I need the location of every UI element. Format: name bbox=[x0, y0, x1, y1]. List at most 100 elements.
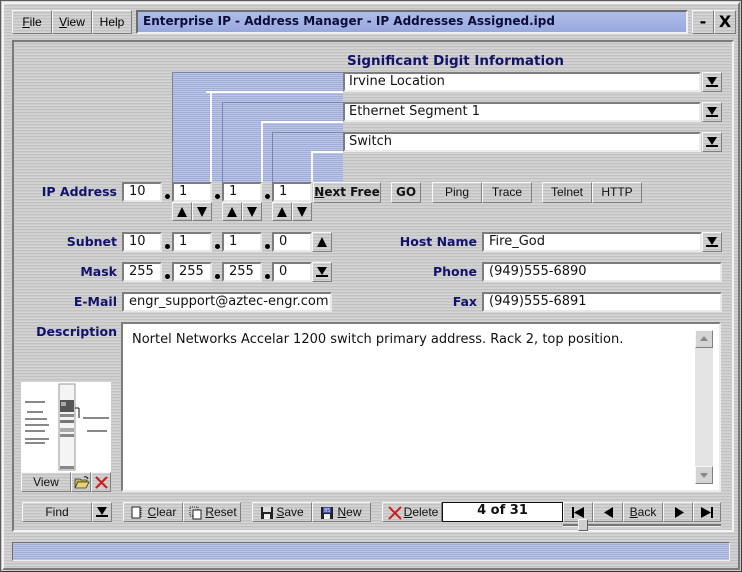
email-field[interactable]: engr_support@aztec-engr.com bbox=[122, 292, 332, 312]
clear-label: lear bbox=[156, 505, 177, 519]
reset-icon bbox=[189, 506, 202, 520]
segment-dropdown-button[interactable] bbox=[702, 102, 722, 122]
description-scrollbar[interactable] bbox=[695, 330, 713, 484]
subnet-octet-2[interactable]: 1 bbox=[172, 232, 212, 252]
save-label: ave bbox=[284, 505, 304, 519]
host-name-dropdown-button[interactable] bbox=[702, 232, 722, 252]
menu-file-mnemonic: F bbox=[22, 15, 30, 29]
octet3-decrement-button[interactable] bbox=[242, 202, 262, 221]
dot-separator bbox=[165, 244, 170, 249]
fax-label: Fax bbox=[452, 294, 477, 309]
rack-diagram-icon bbox=[25, 383, 109, 471]
mask-octet-1[interactable]: 255 bbox=[122, 262, 162, 282]
reset-label: eset bbox=[213, 505, 237, 519]
clear-icon bbox=[131, 506, 142, 519]
new-label: ew bbox=[346, 505, 362, 519]
octet2-decrement-button[interactable] bbox=[192, 202, 212, 221]
minimize-button[interactable]: - bbox=[692, 10, 714, 34]
location-dropdown-button[interactable] bbox=[702, 72, 722, 92]
subnet-octet-3[interactable]: 1 bbox=[222, 232, 262, 252]
description-label: Description bbox=[36, 324, 117, 339]
ip-octet-2[interactable]: 1 bbox=[172, 182, 212, 202]
mask-octet-2[interactable]: 255 bbox=[172, 262, 212, 282]
telnet-button[interactable]: Telnet bbox=[542, 182, 592, 203]
ip-octet-1[interactable]: 10 bbox=[122, 182, 162, 202]
http-button[interactable]: HTTP bbox=[592, 182, 642, 203]
ip-octet-3[interactable]: 1 bbox=[222, 182, 262, 202]
reset-button[interactable]: Reset bbox=[183, 502, 241, 522]
phone-field[interactable]: (949)555-6890 bbox=[482, 262, 722, 282]
back-mnemonic: B bbox=[629, 505, 638, 519]
close-button[interactable]: X bbox=[714, 10, 736, 34]
trace-button[interactable]: Trace bbox=[482, 182, 532, 203]
location-field[interactable]: Irvine Location bbox=[343, 72, 701, 92]
scroll-up-button[interactable] bbox=[695, 330, 713, 348]
segment-field[interactable]: Ethernet Segment 1 bbox=[343, 102, 701, 122]
record-slider-thumb[interactable] bbox=[577, 519, 588, 531]
arrow-left-icon bbox=[604, 507, 613, 518]
ping-button[interactable]: Ping bbox=[432, 182, 482, 203]
reset-mnemonic: R bbox=[205, 505, 214, 519]
subnet-octet-4[interactable]: 0 bbox=[272, 232, 312, 252]
go-button[interactable]: GO bbox=[391, 182, 421, 203]
view-image-button[interactable]: View bbox=[21, 472, 71, 492]
mask-octet-4[interactable]: 0 bbox=[272, 262, 312, 282]
last-record-button[interactable] bbox=[693, 502, 721, 522]
status-bar bbox=[12, 542, 730, 561]
open-image-button[interactable] bbox=[71, 472, 91, 492]
octet4-increment-button[interactable] bbox=[272, 202, 292, 221]
save-button[interactable]: Save bbox=[252, 502, 312, 522]
mask-octet-3[interactable]: 255 bbox=[222, 262, 262, 282]
menu-view-mnemonic: V bbox=[59, 15, 67, 29]
octet4-decrement-button[interactable] bbox=[292, 202, 312, 221]
new-button[interactable]: 85 New bbox=[312, 502, 371, 522]
chevron-down-icon bbox=[316, 267, 328, 277]
menu-file-label: ile bbox=[29, 15, 42, 29]
next-record-button[interactable] bbox=[663, 502, 693, 522]
subnet-up-button[interactable] bbox=[312, 232, 332, 252]
octet3-increment-button[interactable] bbox=[222, 202, 242, 221]
new-mnemonic: N bbox=[337, 505, 347, 519]
scroll-down-button[interactable] bbox=[695, 466, 713, 484]
menu-view[interactable]: View bbox=[52, 10, 92, 34]
skip-last-icon bbox=[701, 507, 713, 518]
octet2-increment-button[interactable] bbox=[172, 202, 192, 221]
device-thumbnail-image[interactable] bbox=[21, 382, 111, 472]
back-button[interactable]: Back bbox=[623, 502, 663, 522]
mask-dropdown-button[interactable] bbox=[312, 262, 332, 282]
menu-view-label: iew bbox=[66, 15, 85, 29]
dot-separator bbox=[265, 194, 270, 199]
arrow-down-icon bbox=[700, 473, 708, 478]
arrow-down-icon bbox=[197, 207, 207, 217]
subnet-octet-1[interactable]: 10 bbox=[122, 232, 162, 252]
ip-octet-4[interactable]: 1 bbox=[272, 182, 312, 202]
find-button[interactable]: Find bbox=[22, 502, 92, 522]
next-free-label: ext Free bbox=[324, 185, 380, 199]
menu-help[interactable]: Help bbox=[92, 10, 132, 34]
window-title: Enterprise IP - Address Manager - IP Add… bbox=[136, 10, 688, 34]
description-textarea[interactable]: Nortel Networks Accelar 1200 switch prim… bbox=[121, 322, 721, 492]
ip-address-label: IP Address bbox=[41, 184, 117, 199]
delete-button[interactable]: Delete bbox=[382, 502, 442, 522]
delete-x-icon bbox=[95, 476, 108, 489]
chevron-down-icon bbox=[706, 137, 718, 147]
dot-separator bbox=[215, 244, 220, 249]
chevron-down-icon bbox=[96, 507, 108, 517]
arrow-up-icon bbox=[227, 207, 237, 217]
device-field[interactable]: Switch bbox=[343, 132, 701, 152]
connector-line bbox=[210, 91, 212, 182]
menu-file[interactable]: File bbox=[12, 10, 52, 34]
dot-separator bbox=[215, 274, 220, 279]
clear-button[interactable]: Clear bbox=[123, 502, 183, 522]
chevron-down-icon bbox=[706, 77, 718, 87]
fax-field[interactable]: (949)555-6891 bbox=[482, 292, 722, 312]
device-dropdown-button[interactable] bbox=[702, 132, 722, 152]
arrow-up-icon bbox=[700, 336, 708, 341]
octet4-connector bbox=[272, 132, 343, 182]
host-name-field[interactable]: Fire_God bbox=[482, 232, 702, 252]
find-dropdown-button[interactable] bbox=[92, 502, 112, 522]
previous-record-button[interactable] bbox=[593, 502, 623, 522]
remove-image-button[interactable] bbox=[91, 472, 111, 492]
next-free-button[interactable]: Next Free bbox=[313, 182, 381, 203]
dot-separator bbox=[165, 194, 170, 199]
